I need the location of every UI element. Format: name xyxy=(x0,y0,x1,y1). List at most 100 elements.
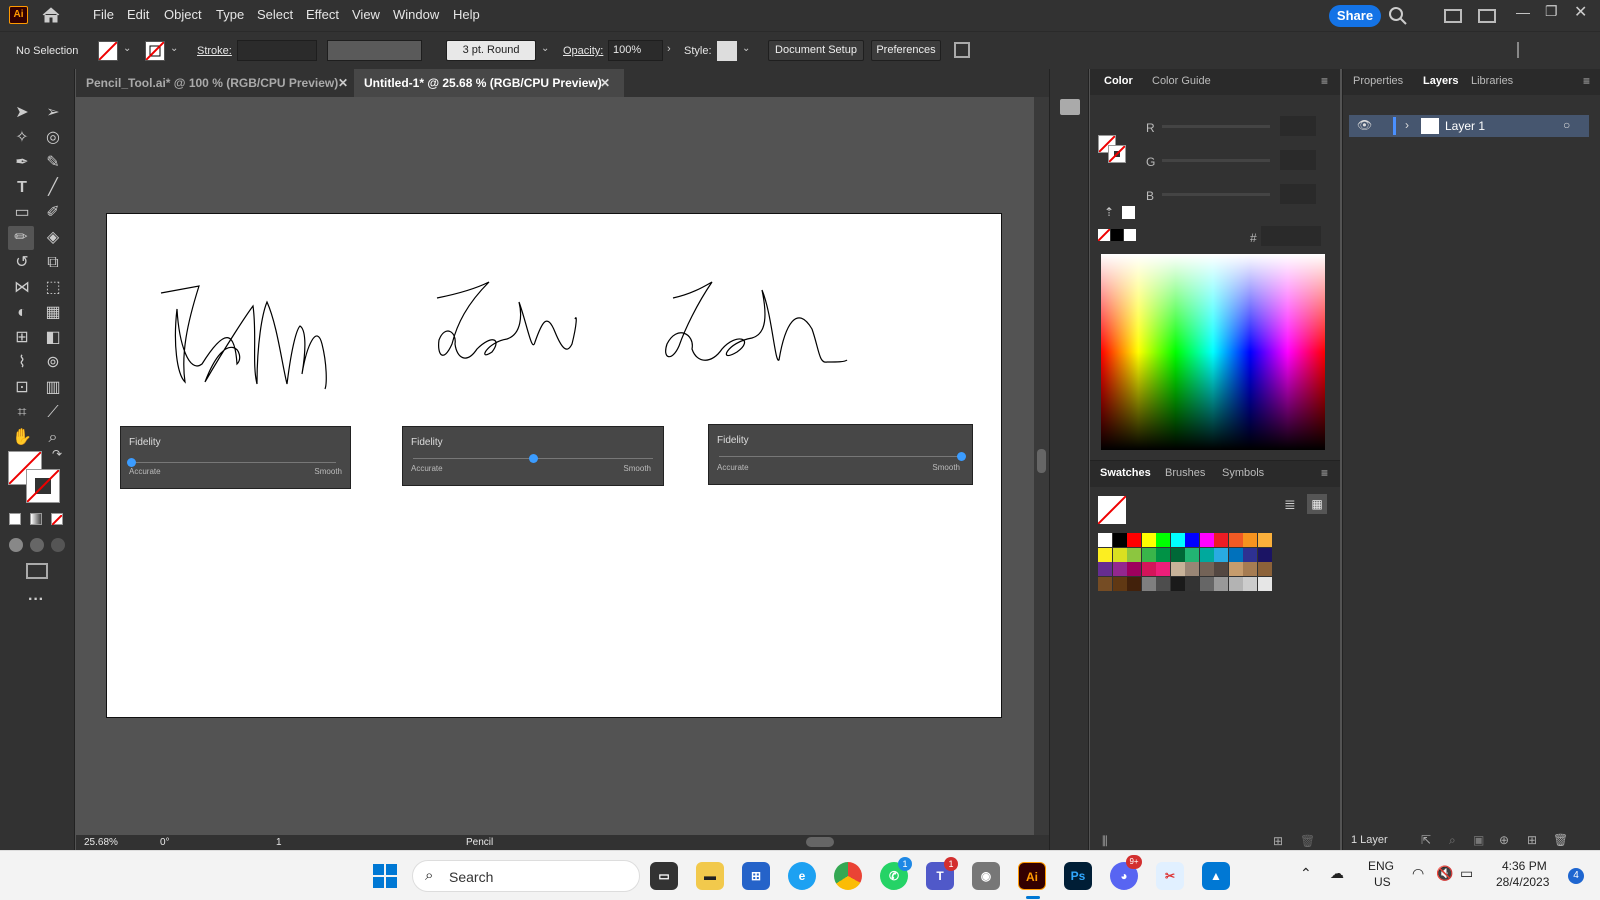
fill-stroke-indicator[interactable] xyxy=(1098,135,1128,165)
swatch[interactable] xyxy=(1243,547,1257,562)
gradient-mode-icon[interactable] xyxy=(30,513,42,525)
minimize-icon[interactable]: — xyxy=(1516,4,1530,20)
swatch[interactable] xyxy=(1127,547,1141,562)
swatch[interactable] xyxy=(1112,533,1127,547)
delete-layer-icon[interactable]: 🗑 xyxy=(1553,833,1568,847)
swatch[interactable] xyxy=(1170,576,1185,591)
swatch[interactable] xyxy=(1170,533,1185,547)
file-explorer-icon[interactable]: ▬ xyxy=(696,862,724,890)
share-button[interactable]: Share xyxy=(1329,5,1381,27)
onedrive-icon[interactable]: ☁ xyxy=(1330,865,1344,882)
chevron-right-icon[interactable]: › xyxy=(1405,118,1409,132)
tab-properties[interactable]: Properties xyxy=(1353,75,1403,87)
swatch[interactable] xyxy=(1156,547,1170,562)
hex-field[interactable] xyxy=(1261,226,1321,246)
rotate-tool-icon[interactable]: ↺ xyxy=(9,251,35,275)
chrome-icon[interactable] xyxy=(834,862,862,890)
new-layer-icon[interactable]: ⊞ xyxy=(1527,833,1537,847)
g-value-field[interactable] xyxy=(1280,150,1316,170)
arrange-documents-icon[interactable] xyxy=(1444,9,1462,23)
screen-mode-icon[interactable] xyxy=(26,563,48,579)
scale-tool-icon[interactable]: ⧉ xyxy=(40,251,66,275)
clock-date[interactable]: 28/4/2023 xyxy=(1496,875,1549,889)
tab-color-guide[interactable]: Color Guide xyxy=(1152,75,1211,87)
close-tab-icon[interactable]: ✕ xyxy=(600,69,610,97)
variable-width-profile[interactable] xyxy=(327,40,422,61)
clock-time[interactable]: 4:36 PM xyxy=(1502,859,1547,873)
swatch-library-icon[interactable]: ⫼ xyxy=(1102,834,1108,849)
b-slider[interactable] xyxy=(1162,193,1270,196)
start-icon[interactable] xyxy=(373,864,397,888)
task-view-icon[interactable]: ▭ xyxy=(650,862,678,890)
swatch[interactable] xyxy=(1257,562,1272,576)
slice-tool-icon[interactable]: ⟋ xyxy=(40,401,66,425)
swatch[interactable] xyxy=(1127,533,1141,547)
blend-tool-icon[interactable]: ⊚ xyxy=(40,351,66,375)
menu-window[interactable]: Window xyxy=(393,7,439,22)
chevron-right-icon[interactable]: › xyxy=(667,43,671,55)
taskbar-search[interactable]: ⌕ Search xyxy=(412,860,640,892)
tab-color[interactable]: Color xyxy=(1104,75,1133,87)
out-of-gamut-icon[interactable]: ⇡ xyxy=(1104,205,1114,219)
menu-file[interactable]: File xyxy=(93,7,114,22)
gradient-tool-icon[interactable]: ◧ xyxy=(40,326,66,350)
rectangle-tool-icon[interactable]: ▭ xyxy=(9,201,35,225)
tab-brushes[interactable]: Brushes xyxy=(1165,467,1205,479)
none-swatch[interactable] xyxy=(1097,228,1111,242)
line-tool-icon[interactable]: ╱ xyxy=(40,176,66,200)
pen-tool-icon[interactable]: ✒ xyxy=(9,151,35,175)
clipping-mask-icon[interactable]: ▣ xyxy=(1473,833,1484,847)
chevron-down-icon[interactable]: ⌄ xyxy=(541,43,549,54)
white-swatch[interactable] xyxy=(1122,206,1135,219)
brush-definition-dropdown[interactable]: 3 pt. Round xyxy=(446,40,536,61)
color-mode-icon[interactable] xyxy=(9,513,21,525)
new-sublayer-icon[interactable]: ⊕ xyxy=(1499,833,1509,847)
panel-menu-icon[interactable]: ≡ xyxy=(1583,74,1590,88)
swatch[interactable] xyxy=(1141,533,1156,547)
eye-icon[interactable]: 👁 xyxy=(1357,118,1372,132)
eyedropper-tool-icon[interactable]: ⌇ xyxy=(9,351,35,375)
preferences-button[interactable]: Preferences xyxy=(871,40,941,61)
swatch[interactable] xyxy=(1214,547,1228,562)
swatch[interactable] xyxy=(1199,533,1214,547)
photoshop-icon[interactable]: Ps xyxy=(1064,862,1092,890)
swatch[interactable] xyxy=(1243,576,1257,591)
battery-icon[interactable]: ▭ xyxy=(1460,865,1473,882)
swatch[interactable] xyxy=(1098,547,1112,562)
swatch[interactable] xyxy=(1156,576,1170,591)
target-icon[interactable]: ○ xyxy=(1563,118,1570,132)
layer-row[interactable]: 👁 › Layer 1 ○ xyxy=(1349,115,1589,137)
hand-tool-icon[interactable]: ✋ xyxy=(9,426,35,450)
wifi-icon[interactable]: ◠ xyxy=(1412,865,1424,882)
swatch[interactable] xyxy=(1098,533,1112,547)
swatch[interactable] xyxy=(1228,576,1243,591)
swatch[interactable] xyxy=(1214,576,1228,591)
close-tab-icon[interactable]: ✕ xyxy=(338,69,348,97)
rotation-value[interactable]: 0° xyxy=(160,837,170,848)
swatch[interactable] xyxy=(1257,576,1272,591)
tab-symbols[interactable]: Symbols xyxy=(1222,467,1264,479)
workspace-icon[interactable] xyxy=(1478,9,1496,23)
artboard-tool-icon[interactable]: ⌗ xyxy=(9,401,35,425)
new-swatch-icon[interactable]: ⊞ xyxy=(1273,834,1283,848)
language-code[interactable]: ENG xyxy=(1368,859,1394,873)
search-icon[interactable] xyxy=(1388,6,1408,26)
opacity-field[interactable]: 100% xyxy=(608,40,663,61)
panel-menu-icon[interactable]: ≡ xyxy=(1321,466,1328,480)
magic-wand-tool-icon[interactable]: ✧ xyxy=(9,126,35,150)
swatch[interactable] xyxy=(1228,533,1243,547)
swatch[interactable] xyxy=(1185,562,1199,576)
shaper-tool-icon[interactable]: ✐ xyxy=(40,201,66,225)
menu-select[interactable]: Select xyxy=(257,7,293,22)
swatch[interactable] xyxy=(1199,562,1214,576)
graph-tool-icon[interactable]: ▥ xyxy=(40,376,66,400)
chevron-down-icon[interactable]: ⌄ xyxy=(170,43,178,54)
opacity-label[interactable]: Opacity: xyxy=(563,45,603,57)
close-window-icon[interactable]: ✕ xyxy=(1574,2,1587,22)
swatch[interactable] xyxy=(1170,547,1185,562)
mesh-tool-icon[interactable]: ⊞ xyxy=(9,326,35,350)
fidelity-slider-knob[interactable] xyxy=(529,454,538,463)
menu-effect[interactable]: Effect xyxy=(306,7,339,22)
direct-selection-tool-icon[interactable]: ➢ xyxy=(40,101,66,125)
free-transform-tool-icon[interactable]: ⬚ xyxy=(40,276,66,300)
